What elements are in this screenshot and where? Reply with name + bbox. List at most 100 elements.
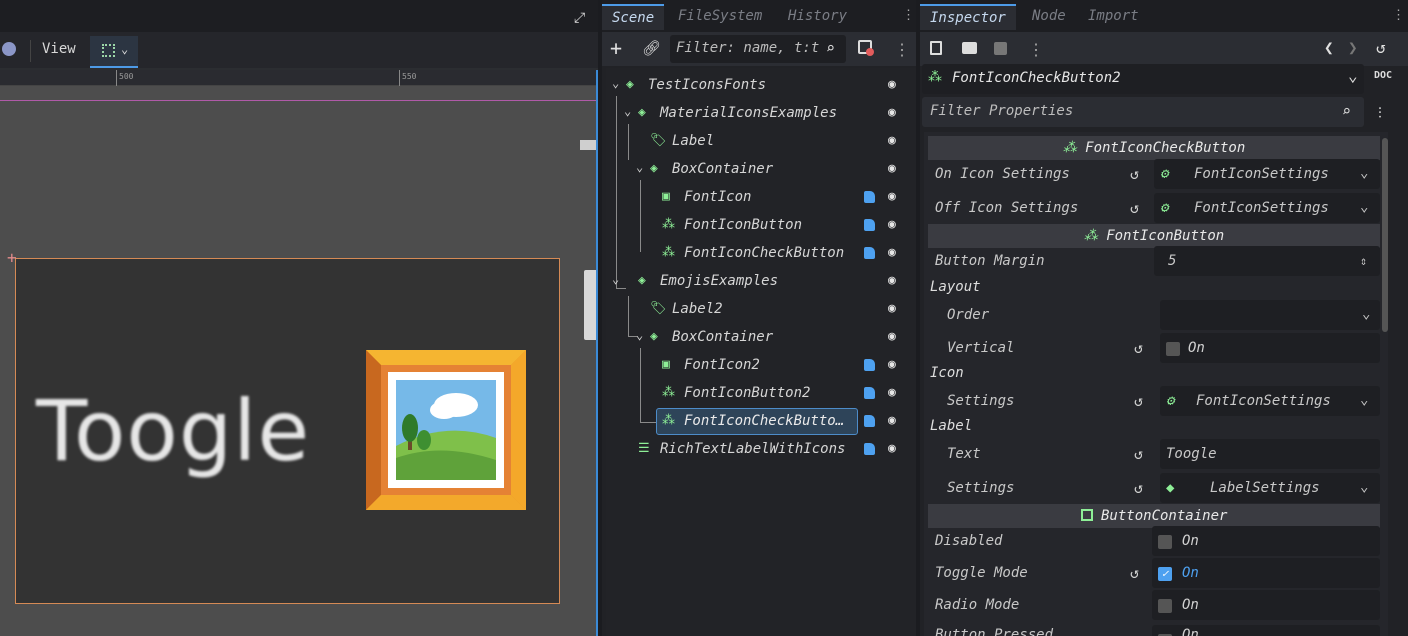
visibility-eye-icon[interactable]: ◉ <box>888 267 896 295</box>
viewport-2d[interactable]: ⤢ View ⌄ 500 550 + Toogle <box>0 0 598 636</box>
snap-options-button[interactable]: ⌄ <box>90 36 138 68</box>
visibility-eye-icon[interactable]: ◉ <box>888 155 896 183</box>
reset-icon[interactable]: ↺ <box>1134 385 1143 417</box>
visibility-eye-icon[interactable]: ◉ <box>888 211 896 239</box>
tab-scene[interactable]: Scene <box>602 4 665 30</box>
label-settings-value[interactable]: ◆ LabelSettings ⌄ <box>1160 473 1380 503</box>
chevron-down-icon[interactable]: ⌄ <box>612 265 619 293</box>
camera-icon[interactable] <box>2 42 16 56</box>
script-icon[interactable] <box>864 191 875 203</box>
tree-item[interactable]: ⁂ FontIconCheckButton ◉ <box>604 239 914 267</box>
add-node-icon[interactable]: + <box>610 36 622 60</box>
script-icon[interactable] <box>864 219 875 231</box>
off-icon-settings-value[interactable]: ⚙ FontIconSettings ⌄ <box>1154 193 1380 223</box>
history-forward-icon[interactable]: ❯ <box>1348 38 1358 57</box>
visibility-eye-icon[interactable]: ◉ <box>888 127 896 155</box>
tree-item[interactable]: ⌄ ◈ BoxContainer ◉ <box>604 323 914 351</box>
chevron-down-icon[interactable]: ⌄ <box>636 321 643 349</box>
toggle-mode-checkbox-field[interactable]: ✓ On <box>1152 558 1380 588</box>
top-ruler[interactable]: 500 550 <box>0 70 598 86</box>
filter-options-icon[interactable]: ⫶ <box>1378 104 1382 122</box>
chevron-down-icon[interactable]: ⌄ <box>636 153 643 181</box>
inspector-menu-icon[interactable]: ⋮ <box>1028 40 1044 59</box>
script-icon[interactable] <box>864 387 875 399</box>
dock-menu-icon[interactable]: ⋮ <box>902 8 915 23</box>
tree-item[interactable]: ⌄ ◈ TestIconsFonts ◉ <box>604 71 914 99</box>
visibility-eye-icon[interactable]: ◉ <box>888 183 896 211</box>
tree-item[interactable]: ▣ FontIcon ◉ <box>604 183 914 211</box>
node-selector[interactable]: ⁂ FontIconCheckButton2 ⌄ <box>922 64 1364 94</box>
visibility-eye-icon[interactable]: ◉ <box>888 71 896 99</box>
tree-item[interactable]: ⁂ FontIconButton ◉ <box>604 211 914 239</box>
button-pressed-checkbox-field[interactable]: On <box>1152 625 1380 636</box>
prop-toggle-mode: Toggle Mode ↺ ✓ On <box>928 557 1382 589</box>
tab-node[interactable]: Node <box>1022 4 1076 30</box>
save-icon[interactable] <box>994 42 1007 55</box>
instance-scene-icon[interactable]: 🔗︎ <box>642 39 661 57</box>
open-docs-icon[interactable]: DOC <box>1374 70 1392 81</box>
scene-tree-menu-icon[interactable]: ⋮ <box>894 40 910 59</box>
open-folder-icon[interactable] <box>962 42 977 54</box>
reset-icon[interactable]: ↺ <box>1130 158 1139 190</box>
tree-item[interactable]: ☰ RichTextLabelWithIcons ◉ <box>604 435 914 463</box>
tree-item[interactable]: ⁂ FontIconCheckButto… ◉ <box>604 407 914 435</box>
check-icon[interactable]: ✓ <box>1158 567 1172 581</box>
tree-item[interactable]: ⌄ ◈ MaterialIconsExamples ◉ <box>604 99 914 127</box>
group-icon[interactable]: Icon <box>930 365 964 381</box>
vertical-checkbox[interactable] <box>1166 342 1180 356</box>
disabled-checkbox-field[interactable]: On <box>1152 526 1380 556</box>
vertical-checkbox-field[interactable]: On <box>1160 333 1380 363</box>
tree-item[interactable]: ▣ FontIcon2 ◉ <box>604 351 914 379</box>
new-resource-icon[interactable] <box>930 41 942 55</box>
group-label[interactable]: Label <box>930 418 972 434</box>
scene-filter-input[interactable]: Filter: name, t:t ⌕ <box>670 35 846 63</box>
script-icon[interactable] <box>864 415 875 427</box>
tree-item[interactable]: 🏷︎ Label2 ◉ <box>604 295 914 323</box>
spin-arrows-icon[interactable]: ⇕ <box>1360 245 1367 277</box>
chevron-down-icon[interactable]: ⌄ <box>612 69 619 97</box>
tab-import[interactable]: Import <box>1078 4 1149 30</box>
object-history-icon[interactable]: ↺ <box>1376 38 1386 57</box>
dock-menu-icon[interactable]: ⋮ <box>1392 8 1405 23</box>
inspector-scrollbar-thumb[interactable] <box>1382 138 1388 332</box>
reset-icon[interactable]: ↺ <box>1134 332 1143 364</box>
history-back-icon[interactable]: ❮ <box>1324 38 1334 57</box>
reset-icon[interactable]: ↺ <box>1134 438 1143 470</box>
tree-item[interactable]: ⌄ ◈ EmojisExamples ◉ <box>604 267 914 295</box>
icon-settings-value[interactable]: ⚙ FontIconSettings ⌄ <box>1160 386 1380 416</box>
tree-item[interactable]: 🏷︎ Label ◉ <box>604 127 914 155</box>
radio-mode-checkbox-field[interactable]: On <box>1152 590 1380 620</box>
tab-inspector[interactable]: Inspector <box>920 4 1016 30</box>
visibility-eye-icon[interactable]: ◉ <box>888 379 896 407</box>
visibility-eye-icon[interactable]: ◉ <box>888 239 896 267</box>
tree-item[interactable]: ⌄ ◈ BoxContainer ◉ <box>604 155 914 183</box>
visibility-eye-icon[interactable]: ◉ <box>888 407 896 435</box>
script-icon[interactable] <box>864 247 875 259</box>
visibility-eye-icon[interactable]: ◉ <box>888 295 896 323</box>
tab-filesystem[interactable]: FileSystem <box>668 4 772 30</box>
script-icon[interactable] <box>864 443 875 455</box>
text-input[interactable]: Toogle <box>1160 439 1380 469</box>
reset-icon[interactable]: ↺ <box>1130 192 1139 224</box>
tab-history[interactable]: History <box>778 4 857 30</box>
order-select[interactable]: ⌄ <box>1160 300 1380 330</box>
on-icon-settings-value[interactable]: ⚙ FontIconSettings ⌄ <box>1154 159 1380 189</box>
property-filter-input[interactable]: Filter Properties ⌕ <box>922 97 1364 127</box>
reset-icon[interactable]: ↺ <box>1134 472 1143 504</box>
visibility-eye-icon[interactable]: ◉ <box>888 351 896 379</box>
pivot-cross-icon[interactable]: + <box>7 250 17 266</box>
tree-item[interactable]: ⁂ FontIconButton2 ◉ <box>604 379 914 407</box>
group-layout[interactable]: Layout <box>930 279 981 295</box>
section-fonticoncheckbutton[interactable]: ⁂ FontIconCheckButton <box>928 136 1380 160</box>
radio-mode-checkbox[interactable] <box>1158 599 1172 613</box>
disabled-checkbox[interactable] <box>1158 535 1172 549</box>
button-margin-spinbox[interactable]: 5 ⇕ <box>1154 246 1380 276</box>
reset-icon[interactable]: ↺ <box>1130 557 1139 589</box>
script-icon[interactable] <box>864 359 875 371</box>
distraction-free-icon[interactable]: ⤢ <box>574 10 585 26</box>
view-menu-button[interactable]: View <box>42 41 76 57</box>
visibility-eye-icon[interactable]: ◉ <box>888 435 896 463</box>
chevron-down-icon[interactable]: ⌄ <box>624 97 631 125</box>
visibility-eye-icon[interactable]: ◉ <box>888 323 896 351</box>
visibility-eye-icon[interactable]: ◉ <box>888 99 896 127</box>
